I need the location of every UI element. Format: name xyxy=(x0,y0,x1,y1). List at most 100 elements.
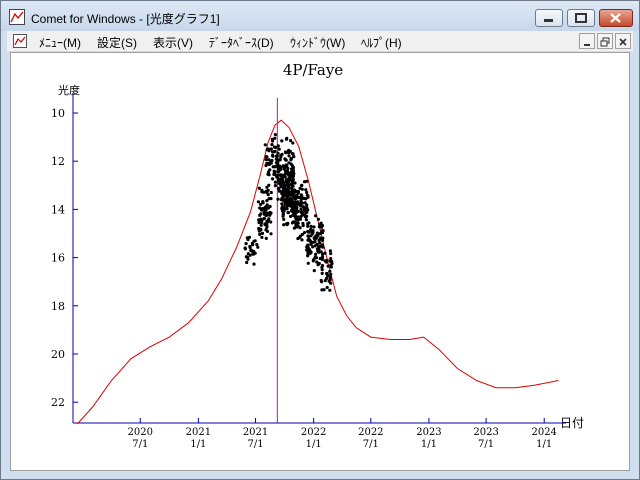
observation-point xyxy=(306,208,310,212)
observation-point xyxy=(329,281,333,285)
y-tick-label: 16 xyxy=(51,252,65,265)
observation-point xyxy=(300,183,304,188)
observation-point xyxy=(284,151,288,155)
menu-settings[interactable]: 設定(S) xyxy=(97,34,137,51)
menu-menu[interactable]: ﾒﾆｭｰ(M) xyxy=(39,34,81,51)
observation-point xyxy=(319,221,323,225)
observation-point xyxy=(312,269,316,273)
observation-point xyxy=(246,252,250,256)
light-curve-chart: 4P/Faye 光度 日付 1012141618202220207/120211… xyxy=(51,61,584,450)
observation-point xyxy=(317,250,321,254)
observation-point xyxy=(279,178,283,182)
chart-title: 4P/Faye xyxy=(283,61,343,79)
menu-database[interactable]: ﾃﾞｰﾀﾍﾞｰｽ(D) xyxy=(209,34,274,51)
observation-point xyxy=(293,197,297,201)
observation-point xyxy=(261,201,265,205)
observation-point xyxy=(294,211,298,215)
observation-point xyxy=(282,184,286,188)
observation-point xyxy=(323,259,327,263)
x-tick-date: 1/1 xyxy=(536,439,552,450)
mdi-close-button[interactable] xyxy=(615,33,631,49)
observation-point xyxy=(296,200,300,204)
restore-icon xyxy=(600,37,610,47)
maximize-button[interactable] xyxy=(567,9,595,27)
observation-point xyxy=(320,271,324,275)
y-tick-label: 20 xyxy=(51,348,65,361)
observation-point xyxy=(280,139,284,143)
observation-point xyxy=(291,181,295,185)
menu-bar: ﾒﾆｭｰ(M) 設定(S) 表示(V) ﾃﾞｰﾀﾍﾞｰｽ(D) ｳｨﾝﾄﾞｳ(W… xyxy=(7,31,633,51)
observation-point xyxy=(276,197,280,201)
observation-point xyxy=(277,186,281,190)
observation-point xyxy=(269,220,273,224)
app-window: Comet for Windows - [光度グラフ1] ﾒﾆｭｰ(M) 設定(… xyxy=(0,0,640,480)
observation-point xyxy=(278,181,282,185)
observation-point xyxy=(325,271,329,276)
observation-point xyxy=(264,208,268,212)
observation-point xyxy=(315,247,319,251)
observation-point xyxy=(306,234,310,238)
observation-point xyxy=(250,249,254,253)
observation-point xyxy=(278,158,282,162)
menu-window[interactable]: ｳｨﾝﾄﾞｳ(W) xyxy=(290,34,345,51)
observation-point xyxy=(299,199,303,203)
mdi-minimize-button[interactable] xyxy=(579,33,595,49)
observation-point xyxy=(262,190,266,194)
observation-point xyxy=(289,162,293,166)
observation-point xyxy=(269,232,273,236)
observation-point xyxy=(328,249,332,253)
observation-point xyxy=(282,188,286,192)
x-tick-year: 2022 xyxy=(358,427,383,438)
document-chart-icon[interactable] xyxy=(13,34,27,48)
observation-point xyxy=(287,154,291,158)
observation-point xyxy=(262,216,266,220)
x-tick-date: 7/1 xyxy=(478,439,494,450)
graph-area: 4P/Faye 光度 日付 10 12 14 16 18 20 22 2020 7/1 2021 1… xyxy=(10,52,630,471)
observation-point xyxy=(307,221,311,225)
observation-point xyxy=(260,235,264,239)
observation-point xyxy=(283,157,287,161)
observation-point xyxy=(264,236,268,240)
observation-point xyxy=(318,241,322,245)
observation-point xyxy=(325,276,329,280)
observation-point xyxy=(251,243,255,247)
observation-point xyxy=(328,288,332,292)
observation-point xyxy=(286,166,290,170)
mdi-restore-button[interactable] xyxy=(597,33,613,49)
x-tick-date: 7/1 xyxy=(363,439,379,450)
minimize-button[interactable] xyxy=(535,9,563,27)
observation-point xyxy=(244,242,248,246)
observation-point xyxy=(280,202,284,206)
observation-point xyxy=(329,252,333,256)
plot-area: 1012141618202220207/120211/120217/120221… xyxy=(51,93,566,450)
observation-point xyxy=(316,217,320,221)
observation-point xyxy=(282,217,286,221)
close-button[interactable] xyxy=(599,9,633,27)
observation-point xyxy=(276,151,280,155)
observation-point xyxy=(272,150,276,154)
observation-point xyxy=(258,232,262,236)
x-tick-date: 1/1 xyxy=(190,439,206,450)
observation-point xyxy=(276,173,280,177)
observation-point xyxy=(308,250,313,254)
y-tick-label: 18 xyxy=(51,300,65,313)
observation-point xyxy=(296,218,300,222)
x-tick-date: 7/1 xyxy=(132,439,148,450)
observation-point xyxy=(264,155,268,159)
observation-point xyxy=(277,147,281,151)
observation-point xyxy=(304,197,308,201)
observation-point xyxy=(279,166,283,170)
menu-view[interactable]: 表示(V) xyxy=(153,34,193,51)
observation-point xyxy=(259,212,263,216)
title-bar[interactable]: Comet for Windows - [光度グラフ1] xyxy=(1,1,639,31)
observation-point xyxy=(287,173,291,177)
observation-point xyxy=(306,246,310,250)
menu-help[interactable]: ﾍﾙﾌﾟ(H) xyxy=(361,34,402,51)
observation-point xyxy=(259,223,263,227)
y-tick-label: 22 xyxy=(51,396,65,409)
observation-point xyxy=(283,175,287,179)
observation-point xyxy=(310,230,314,235)
observation-point xyxy=(255,242,259,247)
close-icon xyxy=(610,13,621,23)
observation-point xyxy=(273,136,277,140)
